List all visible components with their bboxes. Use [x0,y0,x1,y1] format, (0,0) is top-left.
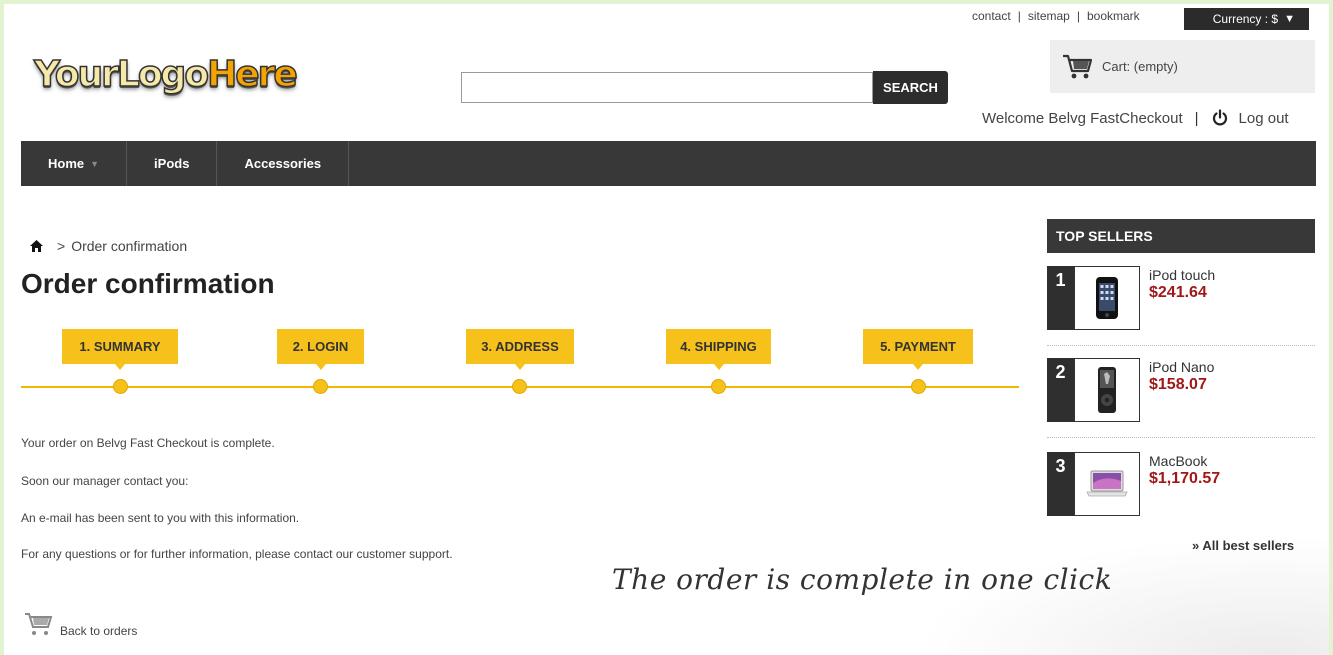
home-icon[interactable] [30,240,43,252]
step-summary: 1. SUMMARY [62,329,178,370]
divider [1047,437,1315,438]
currency-label: Currency : $ [1212,12,1279,26]
cart-label: Cart: (empty) [1102,59,1178,74]
cart-block[interactable]: Cart: (empty) [1050,40,1315,93]
user-bar: Welcome Belvg FastCheckout | Log out [982,109,1289,127]
ipod-touch-image [1096,277,1118,319]
product-price: $241.64 [1149,284,1207,301]
chevron-down-icon: ▼ [1284,13,1295,25]
top-sellers-title: TOP SELLERS [1047,219,1315,253]
step-dot [911,379,926,394]
divider [1047,345,1315,346]
message-line: Your order on Belvg Fast Checkout is com… [21,436,275,450]
top-links: contact | sitemap | bookmark [972,9,1140,23]
breadcrumb-current: Order confirmation [71,238,188,254]
nav-item-accessories[interactable]: Accessories [217,141,350,186]
nav-item-label: Accessories [244,156,322,171]
top-seller-item[interactable]: 3 MacBook $1,170.57 [1047,452,1315,518]
sitemap-link[interactable]: sitemap [1028,9,1070,23]
page-title: Order confirmation [21,268,275,299]
nav-item-home[interactable]: Home ▼ [21,141,128,186]
bookmark-link[interactable]: bookmark [1087,9,1140,23]
message-line: For any questions or for further informa… [21,547,453,561]
rank-badge: 2 [1047,358,1074,422]
logout-link[interactable]: Log out [1239,110,1289,127]
step-shipping: 4. SHIPPING [666,329,771,370]
product-thumbnail[interactable] [1074,266,1140,330]
rank-badge: 3 [1047,452,1074,516]
cart-icon [25,613,53,635]
site-logo[interactable]: YourLogoHere [33,53,298,96]
product-thumbnail[interactable] [1074,452,1140,516]
breadcrumb: > Order confirmation [30,238,187,254]
nav-item-label: iPods [154,156,190,171]
annotation-text: The order is complete in one click [612,563,1113,596]
product-thumbnail[interactable] [1074,358,1140,422]
currency-selector[interactable]: Currency : $ ▼ [1184,8,1309,30]
product-name[interactable]: MacBook [1149,453,1207,469]
separator: | [1076,9,1080,23]
nav-item-label: Home [48,156,85,171]
step-login: 2. LOGIN [277,329,364,370]
welcome-text: Welcome Belvg FastCheckout [982,109,1183,127]
back-to-orders-link[interactable]: Back to orders [24,612,137,638]
separator: | [1194,109,1199,127]
separator: | [1017,9,1021,23]
cart-icon [1063,54,1093,78]
search-button[interactable]: SEARCH [873,71,948,104]
step-dot [313,379,328,394]
step-dot [113,379,128,394]
macbook-image [1086,470,1128,497]
all-best-sellers-link[interactable]: » All best sellers [1192,538,1294,553]
breadcrumb-separator: > [57,238,66,254]
step-dot [512,379,527,394]
product-name[interactable]: iPod touch [1149,267,1215,283]
top-seller-item[interactable]: 1 iPod touch $241.64 [1047,266,1315,332]
rank-badge: 1 [1047,266,1074,330]
message-line: An e-mail has been sent to you with this… [21,511,300,525]
ipod-nano-image [1098,367,1116,413]
caret-down-icon: ▼ [90,158,100,169]
product-name[interactable]: iPod Nano [1149,359,1214,375]
back-to-orders-label: Back to orders [60,624,138,638]
top-seller-item[interactable]: 2 iPod Nano $158.07 [1047,358,1315,424]
logo-text-part1: YourLogo [33,53,210,96]
power-icon[interactable] [1211,109,1229,127]
step-dot [711,379,726,394]
product-price: $1,170.57 [1149,470,1221,487]
nav-item-ipods[interactable]: iPods [127,141,218,186]
contact-link[interactable]: contact [972,9,1011,23]
search-input[interactable] [461,72,873,103]
main-nav: Home ▼ iPods Accessories [21,141,1316,186]
message-line: Soon our manager contact you: [21,474,189,488]
product-price: $158.07 [1149,376,1207,393]
logo-text-part2: Here [206,53,298,96]
step-address: 3. ADDRESS [466,329,574,370]
step-payment: 5. PAYMENT [863,329,973,370]
